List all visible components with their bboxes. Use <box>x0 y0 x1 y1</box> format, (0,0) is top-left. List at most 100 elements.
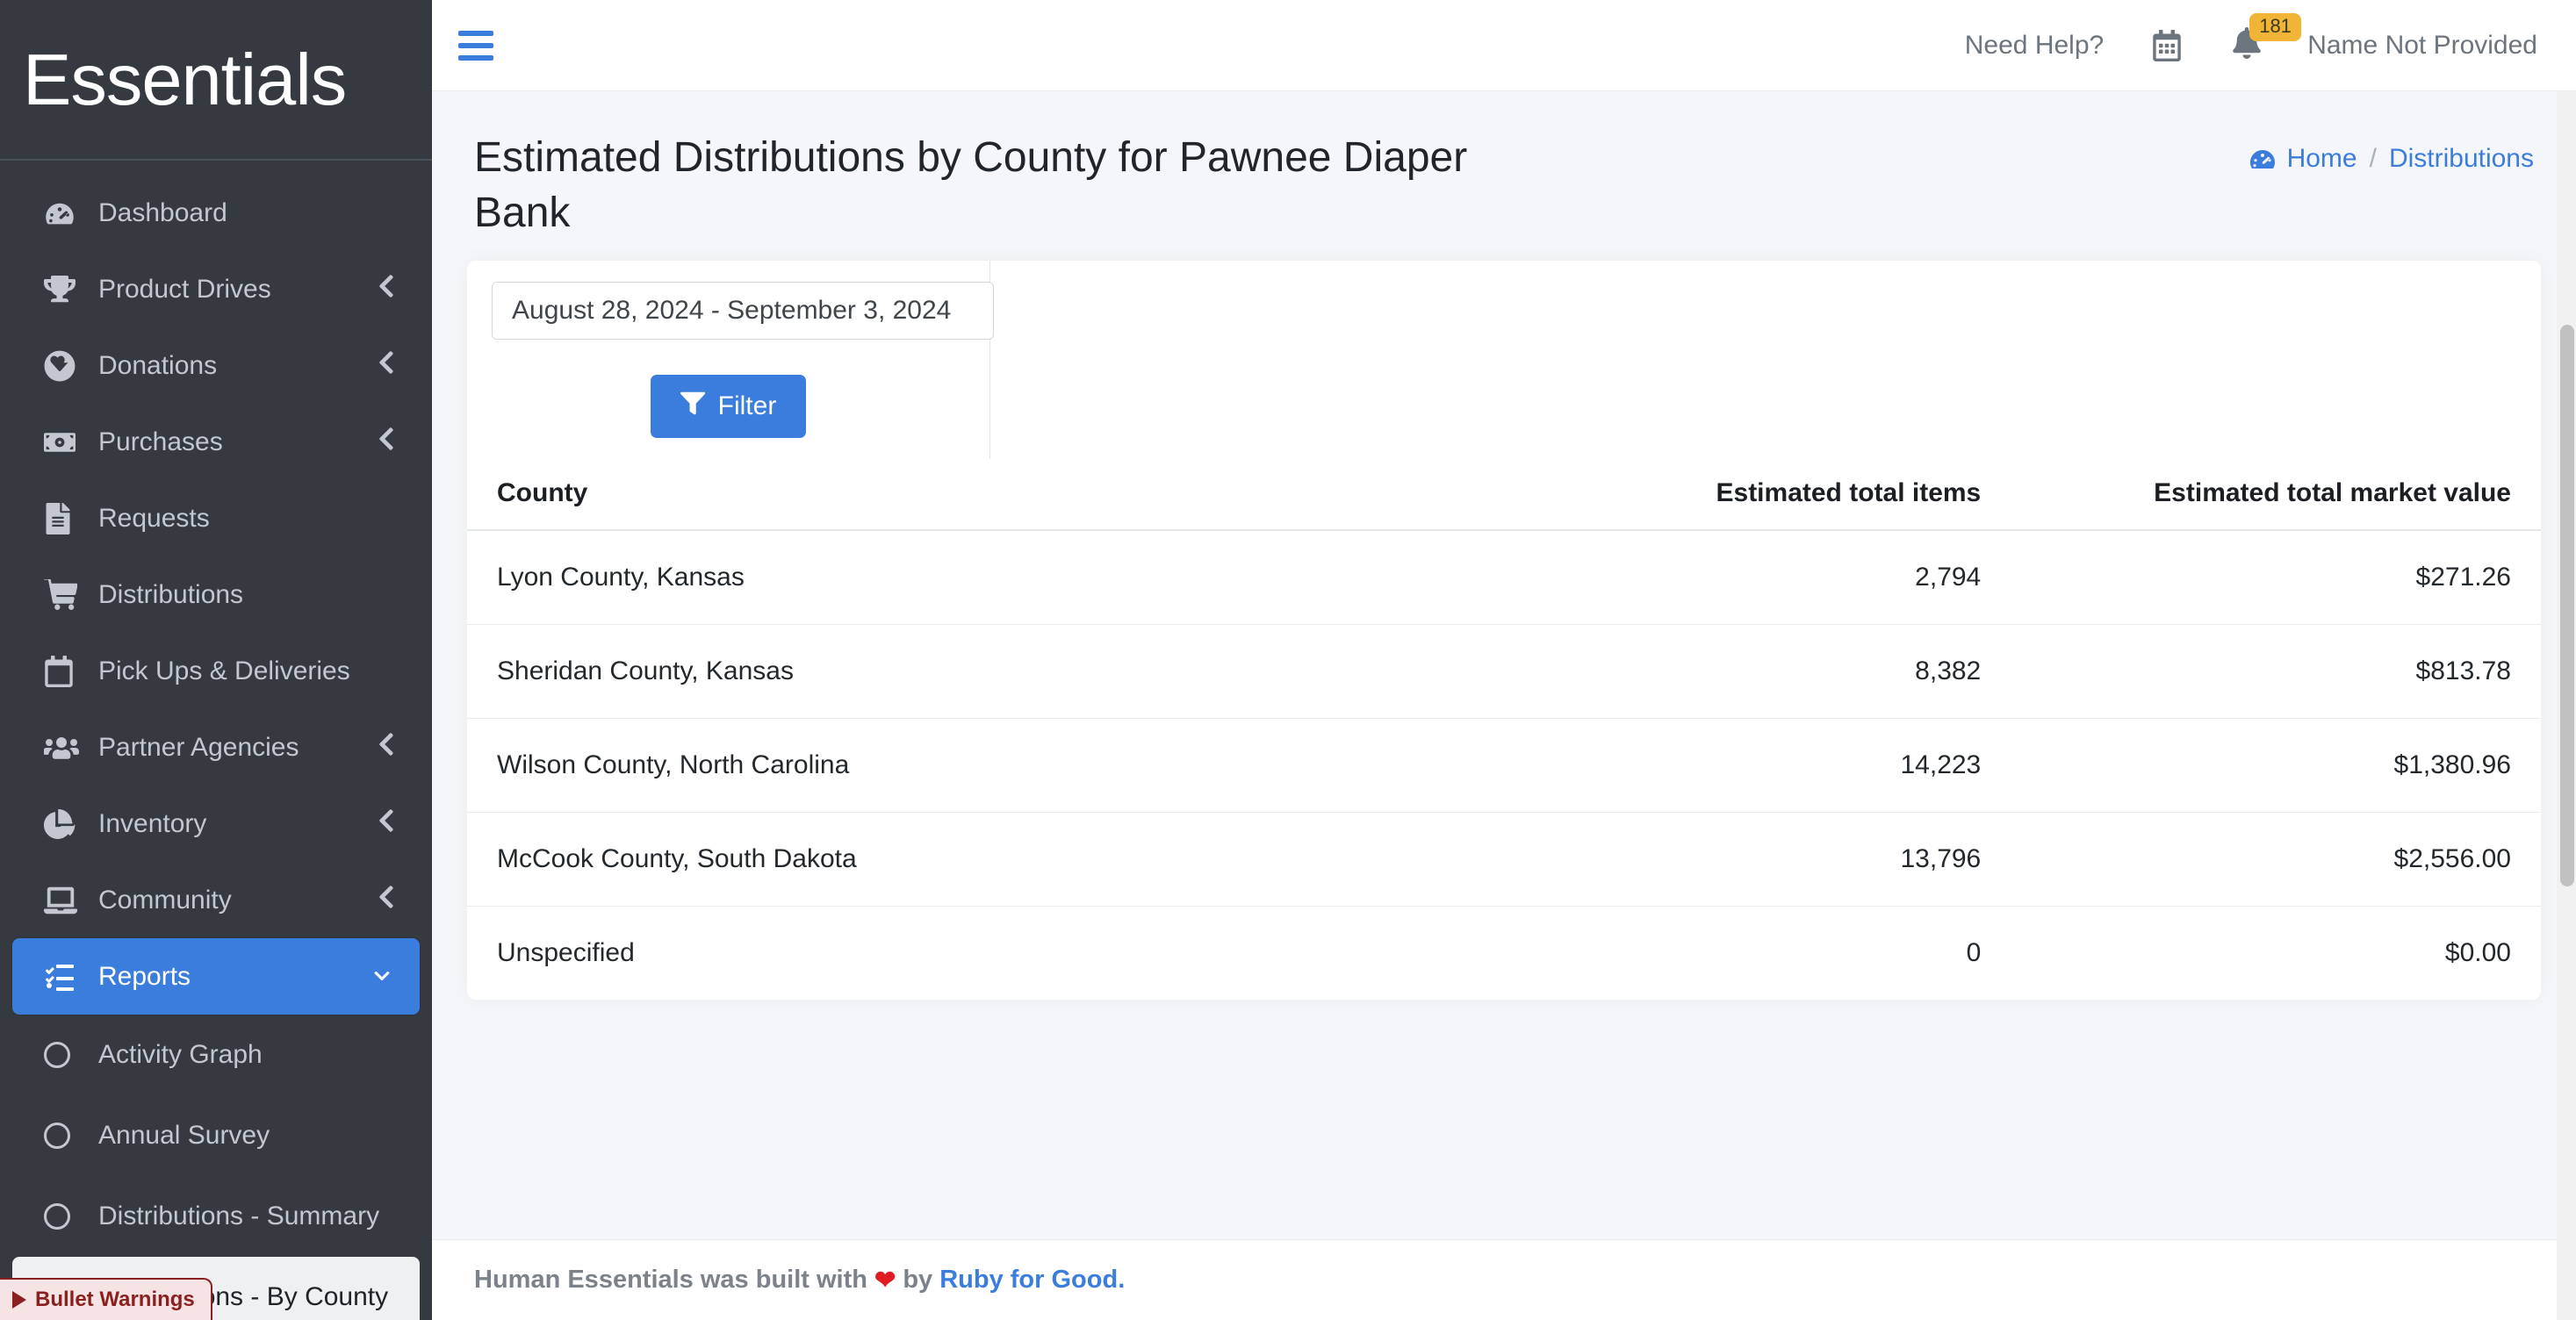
sidebar: Essentials Dashboard Product Drives Dona… <box>0 0 432 1320</box>
cell-market-value: $0.00 <box>2444 937 2511 967</box>
cell-items: 2,794 <box>1421 529 1982 625</box>
chevron-down-icon <box>369 962 395 992</box>
heart-icon: ❤ <box>874 1266 896 1295</box>
dashboard-gauge-icon <box>44 197 84 229</box>
cell-market-value: $813.78 <box>1981 624 2541 719</box>
table-header-row: County Estimated total items Estimated t… <box>467 458 2541 531</box>
filter-button[interactable]: Filter <box>650 374 807 438</box>
sidebar-item-label: Pick Ups & Deliveries <box>98 656 350 685</box>
users-icon <box>44 733 84 763</box>
sidebar-item-label: Requests <box>98 503 210 533</box>
sidebar-item-community[interactable]: Community <box>12 862 420 938</box>
sidebar-subitem-annual-survey[interactable]: Annual Survey <box>12 1095 420 1176</box>
sidebar-item-inventory[interactable]: Inventory <box>12 786 420 862</box>
sidebar-nav: Dashboard Product Drives Donations Purch… <box>0 161 432 1320</box>
main-area: Need Help? 181 Name Not Provided Estimat… <box>432 0 2576 1320</box>
content-header: Estimated Distributions by County for Pa… <box>432 91 2576 250</box>
chevron-left-icon <box>378 273 395 306</box>
column-header-estimated-total-items[interactable]: Estimated total items <box>1421 458 1982 531</box>
laptop-icon <box>44 886 84 915</box>
breadcrumb-home-link[interactable]: Home <box>2287 144 2357 174</box>
sidebar-item-reports[interactable]: Reports <box>12 938 420 1015</box>
cell-county: Lyon County, Kansas <box>467 529 1421 625</box>
filter-bar: August 28, 2024 - September 3, 2024 Filt… <box>467 260 2541 459</box>
sidebar-subitem-activity-graph[interactable]: Activity Graph <box>12 1015 420 1095</box>
chevron-left-icon <box>378 884 395 917</box>
chevron-left-icon <box>378 349 395 383</box>
bullet-warnings-tab[interactable]: Bullet Warnings <box>0 1278 212 1320</box>
dashboard-gauge-icon <box>2249 145 2277 173</box>
sidebar-item-purchases[interactable]: Purchases <box>12 404 420 480</box>
top-navbar: Need Help? 181 Name Not Provided <box>432 0 2576 91</box>
table-row: Wilson County, North Carolina 14,223 $1,… <box>467 718 2541 813</box>
shopping-cart-icon <box>44 578 84 611</box>
calendar-icon <box>44 655 84 687</box>
sidebar-item-label: Partner Agencies <box>98 732 299 762</box>
table-row: Unspecified 0 $0.00 <box>467 906 2541 1000</box>
need-help-link[interactable]: Need Help? <box>1942 31 2126 61</box>
sidebar-reports-submenu: Activity Graph Annual Survey Distributio… <box>0 1015 432 1320</box>
sidebar-subitem-label: Annual Survey <box>98 1121 270 1150</box>
cell-market-value: $271.26 <box>1981 529 2541 625</box>
footer-text-before: Human Essentials was built with <box>474 1266 867 1294</box>
cell-market-value: $2,556.00 <box>1981 812 2541 907</box>
sidebar-item-product-drives[interactable]: Product Drives <box>12 251 420 327</box>
notification-badge: 181 <box>2249 13 2301 42</box>
hamburger-menu-icon[interactable] <box>451 21 500 70</box>
report-card: August 28, 2024 - September 3, 2024 Filt… <box>467 260 2541 1000</box>
cell-county: McCook County, South Dakota <box>467 812 1421 907</box>
sidebar-item-donations[interactable]: Donations <box>12 327 420 404</box>
file-lines-icon <box>44 502 84 534</box>
table-body: Lyon County, Kansas 2,794 $271.26 Sherid… <box>467 529 2541 1000</box>
sidebar-item-dashboard[interactable]: Dashboard <box>12 175 420 251</box>
page-footer: Human Essentials was built with ❤ by Rub… <box>432 1239 2576 1320</box>
sidebar-item-label: Purchases <box>98 427 223 456</box>
sidebar-item-label: Distributions <box>98 579 244 609</box>
date-range-input[interactable]: August 28, 2024 - September 3, 2024 <box>492 281 994 340</box>
cell-items: 0 <box>1966 937 1982 967</box>
cell-county: Wilson County, North Carolina <box>467 718 1421 813</box>
footer-text-middle: by <box>903 1266 933 1294</box>
notifications-button[interactable]: 181 <box>2207 13 2301 63</box>
distributions-by-county-table: County Estimated total items Estimated t… <box>467 458 2541 1000</box>
breadcrumb-separator: / <box>2369 144 2377 173</box>
filter-button-row: Filter <box>492 340 965 438</box>
chevron-left-icon <box>378 426 395 459</box>
column-header-county[interactable]: County <box>467 458 1421 531</box>
sidebar-item-requests[interactable]: Requests <box>12 480 420 556</box>
sidebar-item-label: Product Drives <box>98 274 271 304</box>
list-check-icon <box>44 963 84 991</box>
pie-chart-icon <box>44 808 84 840</box>
money-bill-icon <box>44 427 84 458</box>
sidebar-item-distributions[interactable]: Distributions <box>12 556 420 633</box>
ruby-for-good-link[interactable]: Ruby for Good. <box>939 1266 1125 1295</box>
calendar-icon[interactable] <box>2126 29 2207 61</box>
sidebar-subitem-distributions-summary[interactable]: Distributions - Summary <box>12 1176 420 1257</box>
sidebar-item-pickups-deliveries[interactable]: Pick Ups & Deliveries <box>12 633 420 709</box>
table-row: Lyon County, Kansas 2,794 $271.26 <box>467 529 2541 625</box>
circle-icon <box>44 1203 84 1230</box>
page-scrollbar-thumb[interactable] <box>2560 325 2574 886</box>
breadcrumb: Home / Distributions <box>2249 130 2534 174</box>
sidebar-item-partner-agencies[interactable]: Partner Agencies <box>12 709 420 786</box>
breadcrumb-current-link[interactable]: Distributions <box>2389 144 2534 174</box>
cell-market-value: $1,380.96 <box>1981 718 2541 813</box>
heart-circle-icon <box>44 350 84 382</box>
triangle-right-icon <box>12 1291 26 1309</box>
sidebar-item-label: Donations <box>98 350 218 380</box>
brand-logo[interactable]: Essentials <box>0 0 432 161</box>
brand-name: Essentials <box>23 39 347 120</box>
circle-icon <box>44 1123 84 1149</box>
cell-items: 13,796 <box>1421 812 1982 907</box>
user-menu[interactable]: Name Not Provided <box>2286 31 2537 61</box>
cell-county: Sheridan County, Kansas <box>467 624 1421 719</box>
sidebar-subitem-label: Activity Graph <box>98 1040 263 1069</box>
chevron-left-icon <box>378 731 395 764</box>
card-area: August 28, 2024 - September 3, 2024 Filt… <box>432 250 2576 1239</box>
sidebar-item-label: Inventory <box>98 808 207 838</box>
cell-items: 8,382 <box>1421 624 1982 719</box>
bullet-warnings-label: Bullet Warnings <box>35 1288 195 1311</box>
chevron-left-icon <box>378 807 395 841</box>
filter-column: August 28, 2024 - September 3, 2024 Filt… <box>467 260 994 459</box>
column-header-estimated-total-market-value[interactable]: Estimated total market value <box>1981 458 2541 531</box>
